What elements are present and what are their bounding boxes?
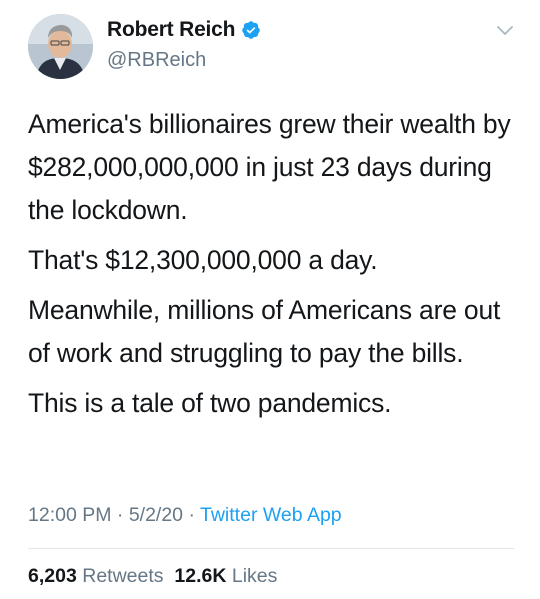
verified-badge-icon bbox=[242, 21, 261, 39]
tweet-stats: 6,203 Retweets 12.6K Likes bbox=[28, 565, 277, 588]
retweets-stat[interactable]: 6,203 Retweets bbox=[28, 565, 164, 587]
retweets-label: Retweets bbox=[82, 565, 164, 587]
tweet-paragraph: America's billionaires grew their wealth… bbox=[28, 109, 511, 225]
author-name-row[interactable]: Robert Reich bbox=[107, 18, 261, 42]
tweet-date[interactable]: 5/2/20 bbox=[129, 504, 183, 526]
meta-separator: · bbox=[111, 504, 129, 526]
chevron-down-icon[interactable] bbox=[497, 26, 513, 36]
profile-photo bbox=[28, 14, 93, 79]
likes-stat[interactable]: 12.6K Likes bbox=[174, 565, 277, 587]
author-display-name[interactable]: Robert Reich bbox=[107, 18, 235, 42]
tweet-paragraph: Meanwhile, millions of Americans are out… bbox=[28, 295, 501, 368]
author-handle[interactable]: @RBReich bbox=[107, 49, 206, 72]
likes-label: Likes bbox=[231, 565, 278, 587]
tweet-text: America's billionaires grew their wealth… bbox=[28, 103, 528, 432]
likes-count: 12.6K bbox=[174, 565, 227, 587]
tweet-paragraph: That's $12,300,000,000 a day. bbox=[28, 245, 378, 275]
tweet-meta: 12:00 PM · 5/2/20 · Twitter Web App bbox=[28, 504, 342, 527]
retweets-count: 6,203 bbox=[28, 565, 77, 587]
tweet-time[interactable]: 12:00 PM bbox=[28, 504, 111, 526]
tweet-paragraph: This is a tale of two pandemics. bbox=[28, 388, 392, 418]
tweet-source-link[interactable]: Twitter Web App bbox=[200, 504, 342, 526]
author-avatar[interactable] bbox=[28, 14, 93, 79]
meta-separator: · bbox=[183, 504, 201, 526]
divider bbox=[28, 548, 514, 549]
